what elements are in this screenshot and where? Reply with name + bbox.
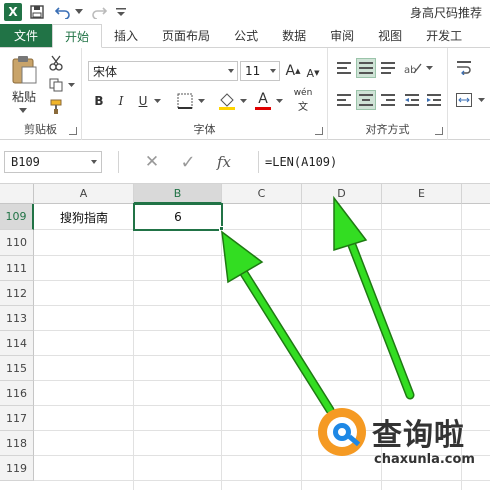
arrow-to-formula [333, 195, 415, 400]
watermark-brand: 查询啦 [372, 418, 465, 453]
arrow-to-cell-b109 [221, 230, 335, 415]
watermark-url: chaxunla.com [374, 452, 475, 467]
watermark: 查询啦 chaxunla.com [316, 402, 486, 482]
